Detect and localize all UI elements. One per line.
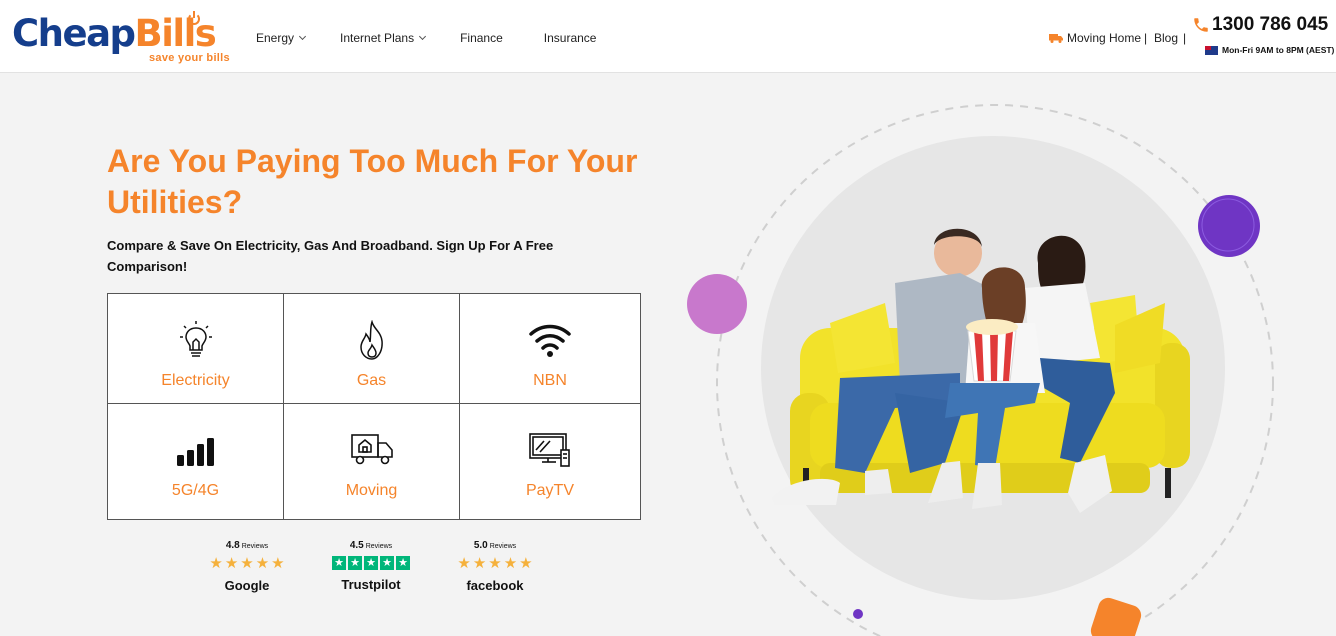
star-rating: ★ ★ ★ ★ ★ [330,556,412,570]
phone-icon [1194,18,1208,32]
moving-home-link[interactable]: Moving Home [1049,31,1141,45]
separator: | [1183,31,1187,45]
service-label: NBN [533,372,567,389]
rating-score: 5.0 Reviews [473,540,517,551]
star-icon: ★ [224,555,239,572]
truck-icon [1049,33,1063,43]
flame-icon [359,320,383,360]
separator: | [1144,31,1148,45]
star-icon: ★ [271,555,285,572]
blog-link[interactable]: Blog [1154,31,1178,45]
logo-wordmark: CheapBills [12,12,217,55]
business-hours: Mon-Fri 9AM to 8PM (AEST) [1205,45,1334,55]
site-header: CheapBills save your bills Energy Intern… [0,0,1336,73]
main-nav: Energy Internet Plans Finance Insurance [256,31,596,45]
service-gas[interactable]: Gas [284,294,460,404]
sneaker [772,478,840,505]
power-icon [188,11,200,25]
star-icon: ★ [472,555,487,572]
rating-trustpilot[interactable]: 4.5 Reviews ★ ★ ★ ★ ★ Trustpilot [330,540,412,592]
service-paytv[interactable]: PayTV [460,404,640,519]
rating-facebook[interactable]: 5.0 Reviews ★ ★ ★ ★ ★ facebook [454,540,536,593]
tv-icon [529,433,570,467]
hero-subtitle: Compare & Save On Electricity, Gas And B… [107,238,554,274]
star-icon: ★ [348,556,362,570]
star-rating: ★ ★ ★ ★ ★ [454,556,536,571]
star-icon: ★ [503,555,518,572]
star-icon: ★ [240,555,254,572]
australia-flag-icon [1205,45,1218,55]
service-label: 5G/4G [171,482,220,499]
nav-insurance[interactable]: Insurance [544,31,597,45]
logo-tagline: save your bills [149,52,230,64]
sneaker [865,469,892,495]
service-label: Gas [356,372,387,389]
star-rating: ★ ★ ★ ★ ★ [206,556,288,571]
nav-internet-plans[interactable]: Internet Plans [340,31,427,45]
purple-dot [1198,195,1260,257]
popcorn-stripes [974,331,1013,381]
star-icon: ★ [488,555,502,572]
star-icon: ★ [380,556,394,570]
service-5g-4g[interactable]: 5G/4G [108,404,284,519]
star-icon: ★ [396,556,410,570]
phone-number[interactable]: 1300 786 045 [1192,14,1328,36]
signal-bars-icon [176,438,214,466]
hero-title: Are You Paying Too Much For Your Utiliti… [107,143,638,220]
chevron-down-icon [419,32,427,41]
rating-score: 4.5 Reviews [349,540,393,551]
nav-energy[interactable]: Energy [256,31,307,45]
star-icon: ★ [364,556,378,570]
rating-source: Trustpilot [341,577,401,592]
chevron-down-icon [298,32,307,41]
star-icon: ★ [519,555,533,572]
orange-square [1090,597,1142,636]
service-label: Moving [345,482,398,499]
service-nbn[interactable]: NBN [460,294,640,404]
nav-finance[interactable]: Finance [460,31,503,45]
star-icon: ★ [332,556,346,570]
service-grid: Electricity Gas NBN 5G/4G Moving PayTV [107,293,641,520]
hero-illustration [687,104,1274,636]
pink-dot [687,274,747,334]
moving-truck-icon [350,434,393,465]
logo[interactable]: CheapBills save your bills [12,11,237,68]
small-purple-dot [853,609,863,619]
rating-source: Google [224,578,270,593]
ratings-row: 4.8 Reviews ★ ★ ★ ★ ★ Google 4.5 Reviews ★ ★ ★ ★ ★… [206,540,546,600]
rating-score: 4.8 Reviews [225,540,269,551]
service-label: PayTV [525,482,574,499]
rating-google[interactable]: 4.8 Reviews ★ ★ ★ ★ ★ Google [206,540,288,593]
sofa-leg [1165,468,1171,498]
star-icon: ★ [255,555,270,572]
star-icon: ★ [209,555,223,572]
service-electricity[interactable]: Electricity [108,294,284,404]
rating-source: facebook [466,578,524,593]
service-moving[interactable]: Moving [284,404,460,519]
star-icon: ★ [457,555,471,572]
lightbulb-icon [179,321,212,357]
wifi-icon [529,324,571,357]
service-label: Electricity [161,372,230,389]
popcorn [966,319,1018,335]
